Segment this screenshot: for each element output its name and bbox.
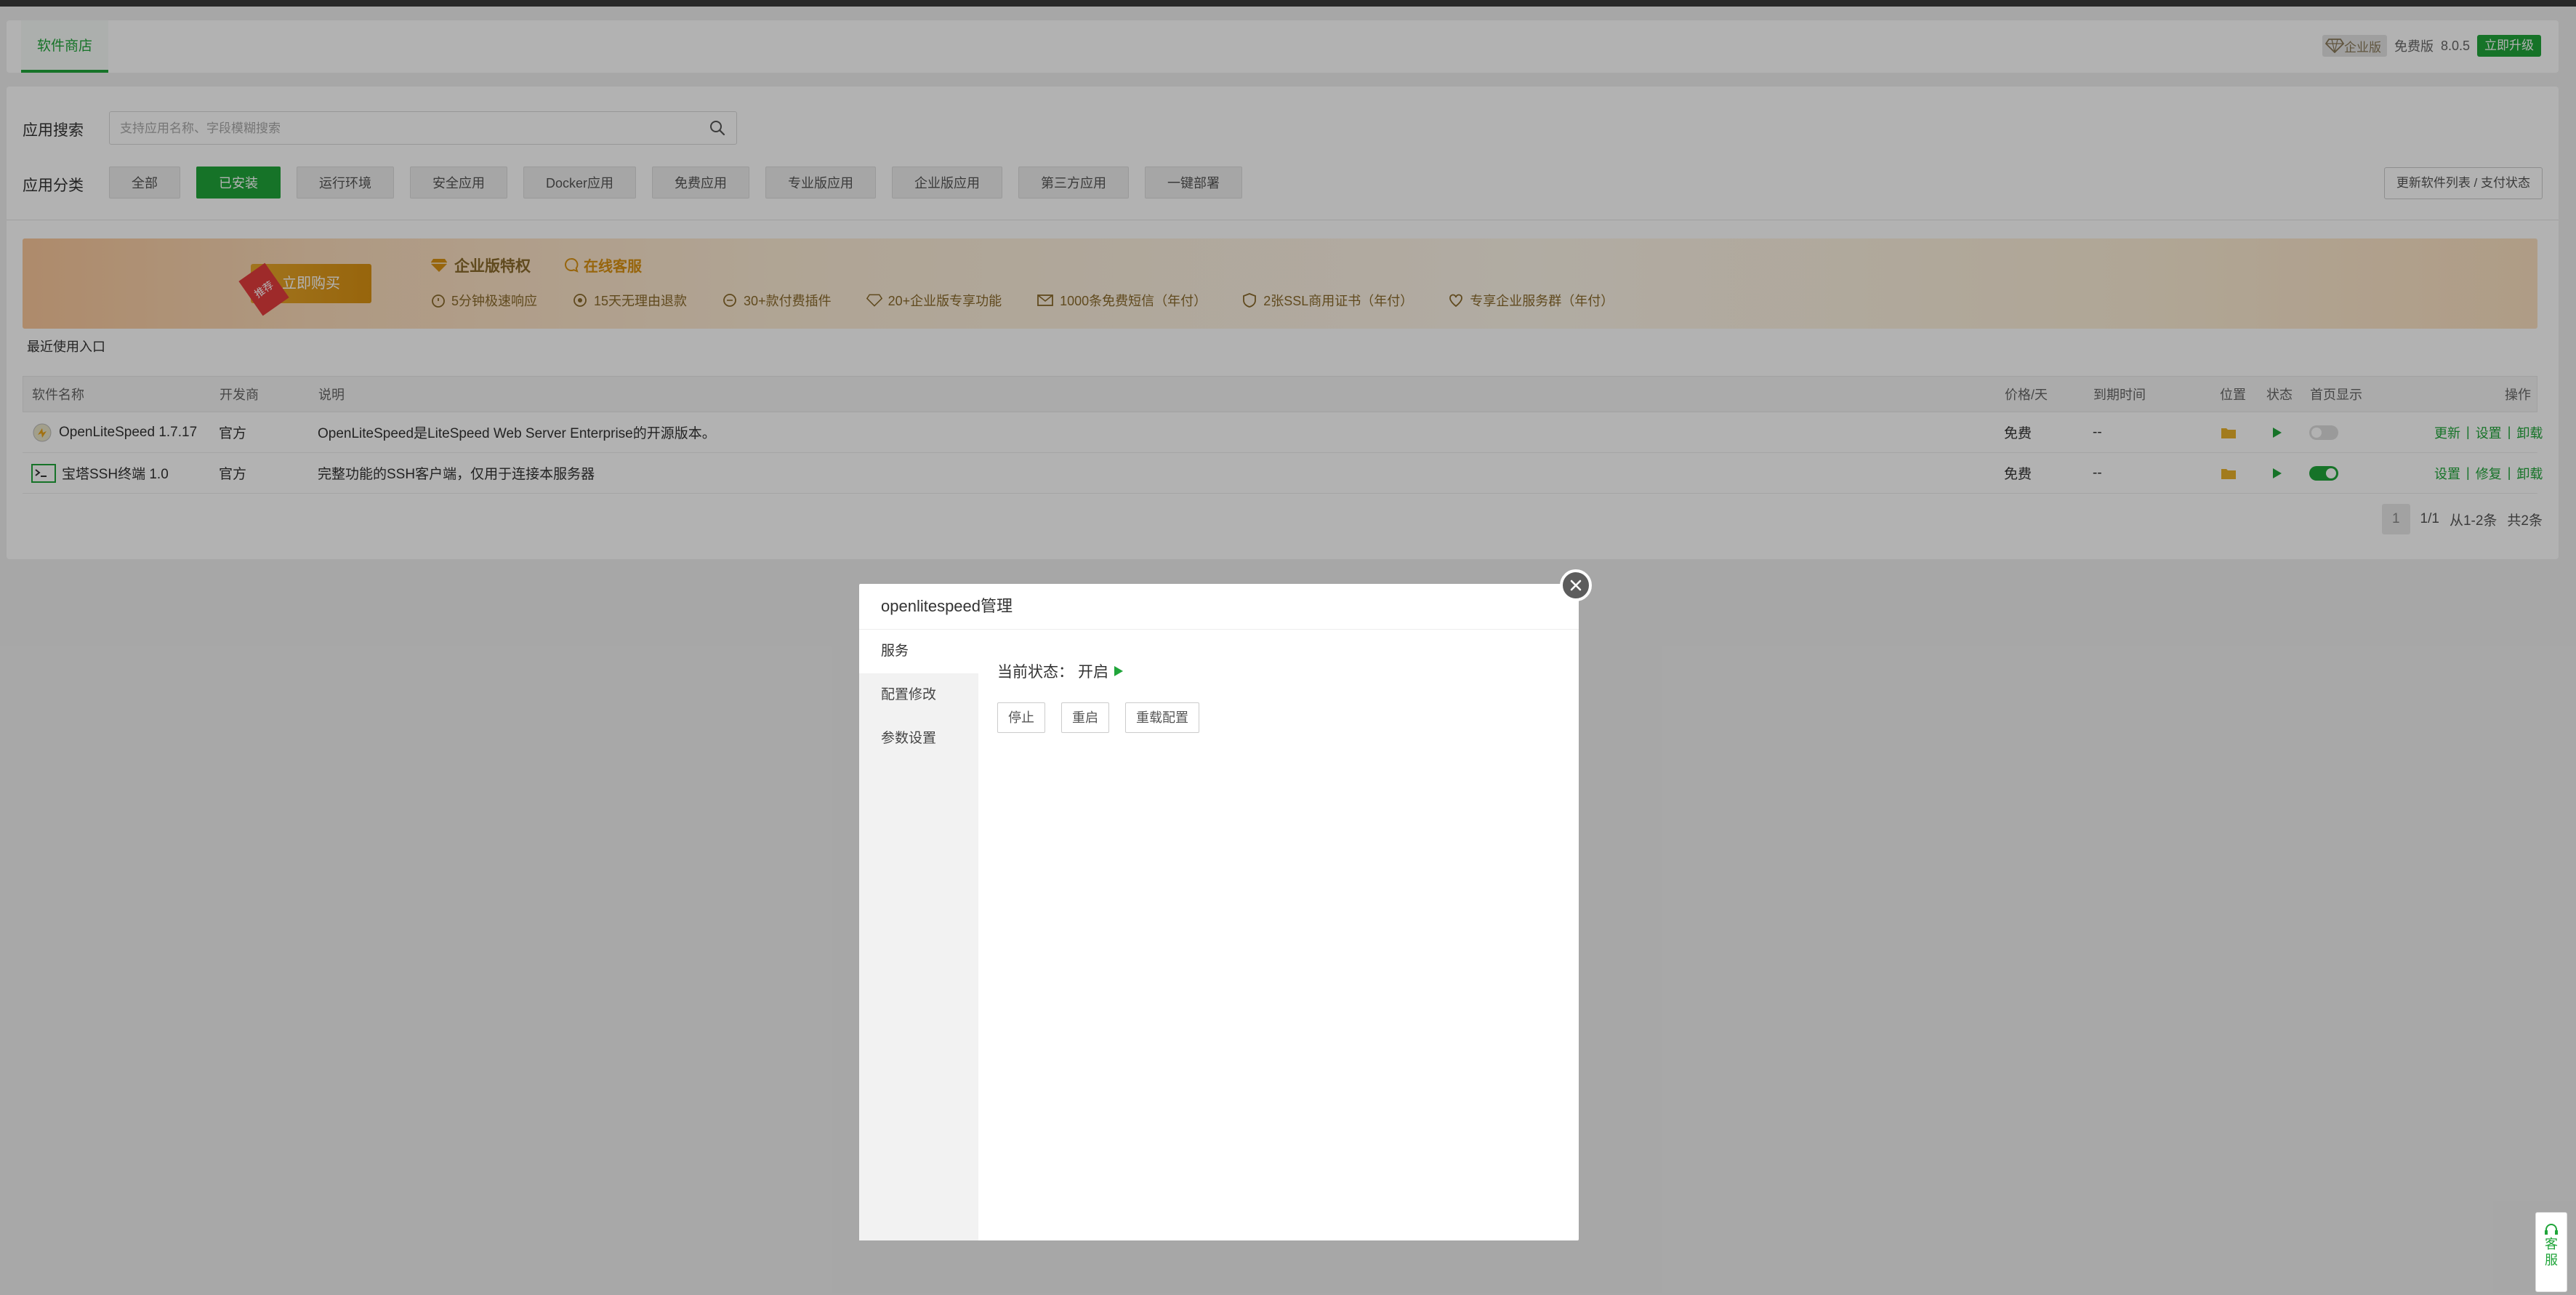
customer-service-float[interactable]: 客 服 [2535, 1212, 2567, 1292]
status-value: 开启 [1078, 664, 1108, 681]
service-status: 当前状态： 开启 [997, 660, 1124, 682]
status-label: 当前状态： [997, 664, 1074, 681]
sidebar-item-service[interactable]: 服务 [859, 630, 978, 673]
customer-service-label-1: 客 [2545, 1237, 2558, 1251]
play-icon [1114, 666, 1123, 676]
customer-service-label-2: 服 [2545, 1253, 2558, 1267]
close-icon[interactable] [1560, 569, 1592, 601]
service-buttons: 停止 重启 重载配置 [997, 702, 1199, 733]
dialog-title: openlitespeed管理 [859, 584, 1579, 630]
stop-button[interactable]: 停止 [997, 702, 1045, 733]
sidebar-item-params[interactable]: 参数设置 [859, 717, 978, 761]
dialog-body: 当前状态： 开启 停止 重启 重载配置 [978, 630, 1579, 1240]
sidebar-item-config-edit[interactable]: 配置修改 [859, 673, 978, 717]
reload-config-button[interactable]: 重载配置 [1125, 702, 1199, 733]
dialog-sidebar: 服务 配置修改 参数设置 [859, 630, 978, 1240]
headset-icon [2545, 1224, 2558, 1235]
restart-button[interactable]: 重启 [1061, 702, 1109, 733]
openlitespeed-manage-dialog: openlitespeed管理 服务 配置修改 参数设置 当前状态： 开启 停止… [859, 569, 1592, 1240]
